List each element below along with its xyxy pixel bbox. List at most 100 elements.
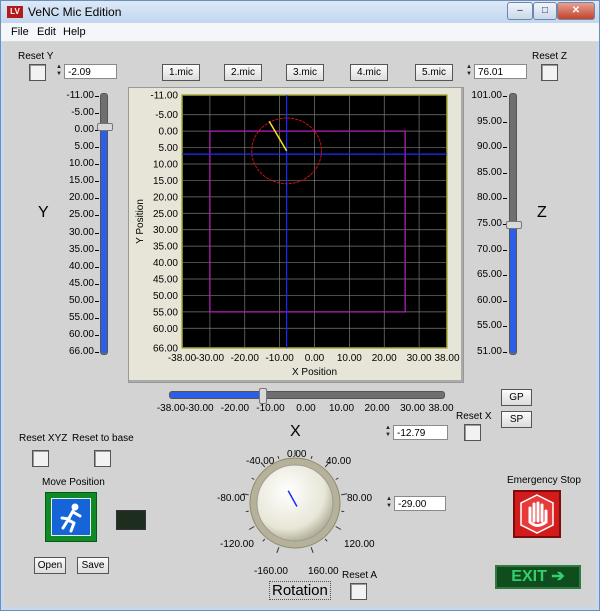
y_axis-tick-mark [95, 232, 99, 234]
knob-tick-label: -80.00 [217, 493, 246, 504]
y-slider-fill [101, 126, 107, 353]
y_axis-tick-mark [95, 164, 99, 166]
y_axis-tick-label: 40.00 [68, 260, 94, 272]
gp-button[interactable]: GP [501, 389, 532, 406]
y-value-input[interactable]: -2.09 [64, 64, 117, 79]
knob-tick-mark [335, 477, 339, 480]
reset-base-button[interactable] [94, 450, 111, 467]
graph-x-label: X Position [292, 367, 337, 378]
menu-edit[interactable]: Edit [37, 26, 56, 38]
reset-xyz-button[interactable] [32, 450, 49, 467]
x-tick-label: -30.00 [185, 403, 214, 414]
save-button[interactable]: Save [77, 557, 109, 574]
rotation-knob[interactable] [216, 447, 386, 579]
knob-tick-label: -160.00 [254, 566, 288, 577]
graph-y-tick-label: -11.00 [150, 91, 178, 102]
y-slider-thumb[interactable] [97, 123, 113, 132]
mic-3-button[interactable]: 3.mic [286, 64, 324, 81]
x-slider-thumb[interactable] [258, 388, 267, 404]
graph-y-tick-label: 15.00 [153, 176, 178, 187]
x-spinner[interactable]: ▲ ▼ [384, 425, 392, 440]
y_axis-tick-label: 45.00 [68, 277, 94, 289]
knob-tick-label: -40.00 [246, 456, 275, 467]
title-bar: LV VeNC Mic Edition – □ ✕ [1, 1, 599, 23]
y_axis-tick-mark [95, 198, 99, 200]
z_axis-tick-mark [503, 275, 507, 277]
y_axis-tick-mark [95, 283, 99, 285]
knob-canvas [242, 450, 348, 553]
z_axis-tick-mark [503, 121, 507, 123]
x-tick-label: -20.00 [220, 403, 250, 414]
app-window: LV VeNC Mic Edition – □ ✕ File Edit Help… [0, 0, 600, 611]
move-position-button[interactable] [45, 492, 97, 542]
knob-tick-label: 80.00 [347, 493, 373, 504]
graph-y-tick-label: 30.00 [153, 225, 178, 236]
y_axis-tick-label: -5.00 [71, 107, 94, 119]
emergency-stop-label: Emergency Stop [507, 475, 581, 486]
z-spinner[interactable]: ▲ ▼ [465, 64, 473, 79]
reset-z-label: Reset Z [532, 51, 568, 62]
z_axis-tick-mark [503, 172, 507, 174]
x-tick-label: 0.00 [296, 403, 316, 414]
y_axis-tick-label: 15.00 [68, 175, 94, 187]
graph-y-tick-label: 5.00 [159, 143, 179, 154]
y_axis-tick-mark [95, 113, 99, 115]
x-slider-fill [170, 392, 262, 398]
close-button[interactable]: ✕ [557, 2, 595, 20]
y_axis-tick-label: -11.00 [66, 90, 94, 101]
reset-x-button[interactable] [464, 424, 481, 441]
z-slider-thumb[interactable] [506, 220, 522, 229]
x-value-input[interactable]: -12.79 [393, 425, 448, 440]
menu-file[interactable]: File [11, 26, 29, 38]
rotation-value-input[interactable]: -29.00 [394, 496, 446, 511]
knob-tick-mark [245, 510, 249, 513]
knob-tick-mark [248, 526, 255, 530]
sp-button[interactable]: SP [501, 411, 532, 428]
y_axis-tick-mark [95, 266, 99, 268]
mic-5-button[interactable]: 5.mic [415, 64, 453, 81]
reset-a-button[interactable] [350, 583, 367, 600]
x-tick-label: 38.00 [428, 403, 454, 414]
graph-y-tick-label: 60.00 [153, 324, 178, 335]
y_axis-tick-label: 30.00 [68, 226, 94, 238]
z_axis-tick-mark [503, 249, 507, 251]
knob-tick-label: 160.00 [308, 566, 339, 577]
exit-button[interactable]: EXIT ➔ [495, 565, 581, 589]
menu-bar: File Edit Help [1, 23, 599, 42]
maximize-button[interactable]: □ [533, 2, 557, 20]
reset-y-button[interactable] [29, 64, 46, 81]
rotation-spinner[interactable]: ▲ ▼ [385, 496, 393, 511]
y_axis-tick-mark [95, 300, 99, 302]
minimize-button[interactable]: – [507, 2, 533, 20]
y_axis-tick-label: 25.00 [68, 209, 94, 221]
move-position-label: Move Position [42, 477, 105, 488]
graph-y-tick-label: 40.00 [153, 258, 178, 269]
z-slider[interactable] [506, 93, 522, 355]
stop-hand-icon [520, 494, 554, 534]
z-value-input[interactable]: 76.01 [474, 64, 527, 79]
y_axis-tick-mark [95, 147, 99, 149]
mic-1-button[interactable]: 1.mic [162, 64, 200, 81]
y_axis-tick-label: 10.00 [68, 158, 94, 170]
x-slider[interactable] [169, 388, 445, 404]
menu-help[interactable]: Help [63, 26, 86, 38]
graph-y-tick-label: 20.00 [153, 192, 178, 203]
x-tick-label: 20.00 [364, 403, 390, 414]
xy-position-graph: -38.00 -30.00 -20.00 -10.00 0.00 10.00 20.00 30… [128, 87, 464, 383]
running-man-icon [60, 503, 82, 533]
y_axis-tick-mark [95, 181, 99, 183]
graph-y-tick-label: -5.00 [155, 110, 178, 121]
graph-y-tick-label: 35.00 [153, 242, 178, 253]
y-slider[interactable] [97, 93, 113, 355]
reset-z-button[interactable] [541, 64, 558, 81]
y_axis-tick-mark [95, 317, 99, 319]
knob-tick-label: 120.00 [344, 539, 375, 550]
y-spinner[interactable]: ▲ ▼ [55, 64, 63, 79]
mic-4-button[interactable]: 4.mic [350, 64, 388, 81]
open-button[interactable]: Open [34, 557, 66, 574]
mic-2-button[interactable]: 2.mic [224, 64, 262, 81]
graph-x-tick-label: -38.00 [168, 353, 197, 364]
emergency-stop-button[interactable] [513, 490, 561, 538]
graph-x-tick-label: -10.00 [265, 353, 294, 364]
reset-base-label: Reset to base [72, 433, 134, 444]
